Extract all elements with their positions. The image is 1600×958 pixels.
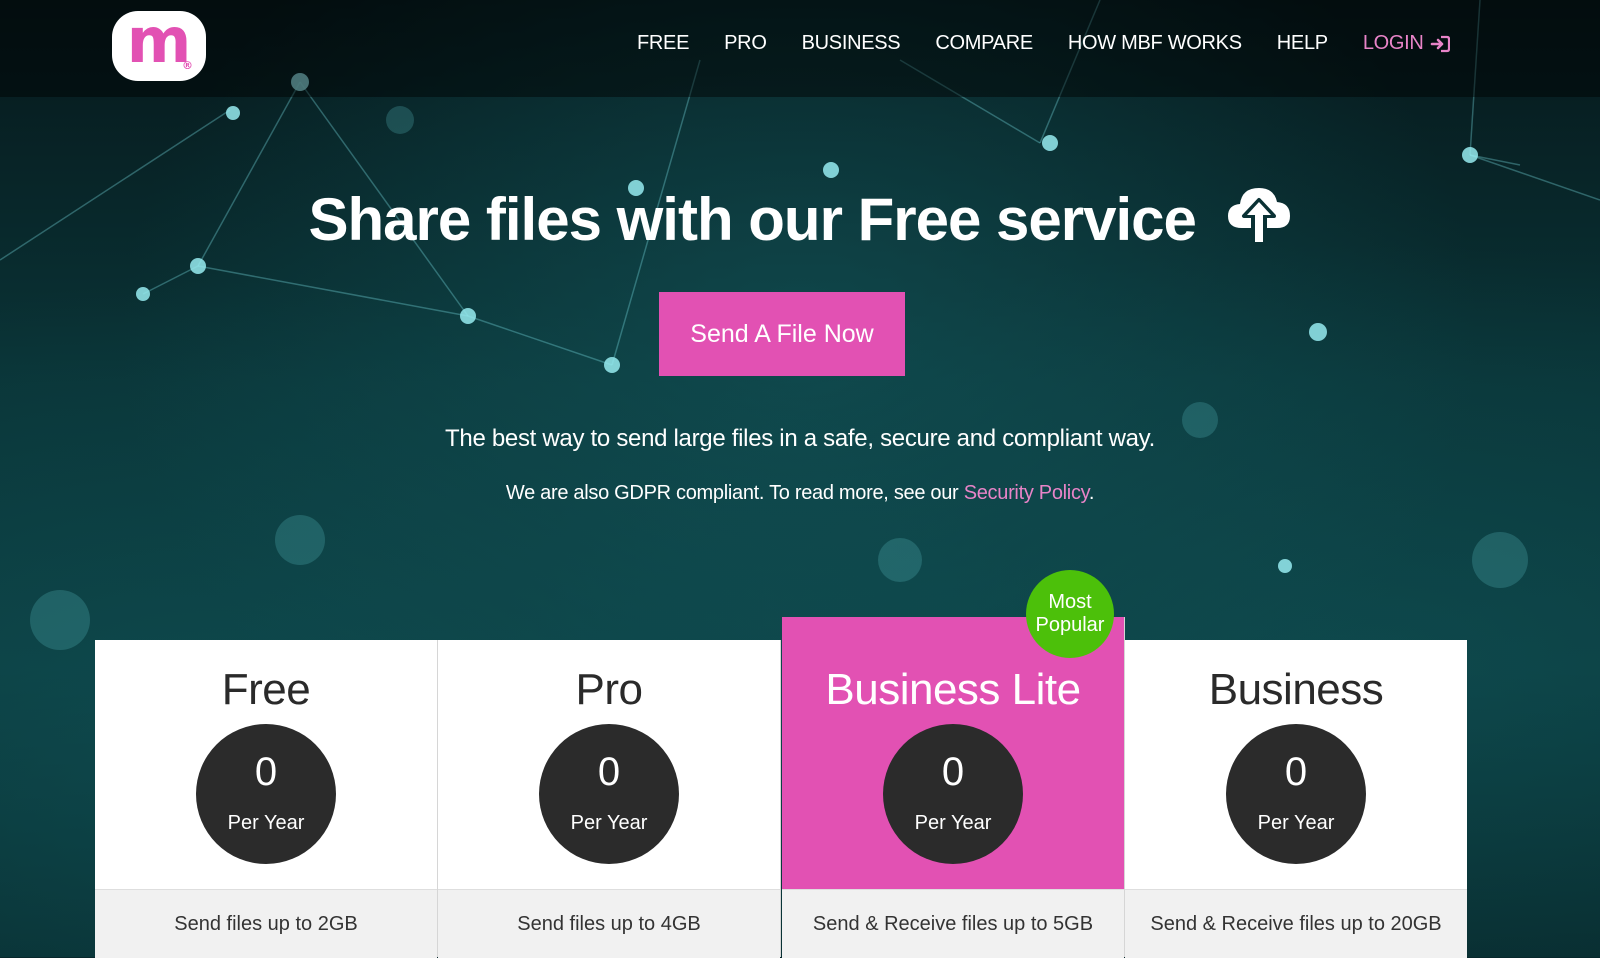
plan-name: Business Lite bbox=[825, 665, 1081, 714]
price-circle: 0 Per Year bbox=[196, 724, 336, 864]
nav-how-mbf-works[interactable]: HOW MBF WORKS bbox=[1068, 32, 1242, 55]
price-circle: 0 Per Year bbox=[883, 724, 1023, 864]
brand-logo[interactable]: m ® bbox=[112, 10, 206, 81]
sign-in-icon bbox=[1430, 35, 1450, 52]
pricing-plans: Free 0 Per Year Send files up to 2GB Pro… bbox=[95, 617, 1469, 958]
main-nav: FREE PRO BUSINESS COMPARE HOW MBF WORKS … bbox=[637, 32, 1450, 55]
plan-card-business-lite[interactable]: Business Lite 0 Per Year Send & Receive … bbox=[782, 617, 1125, 958]
badge-line-2: Popular bbox=[1035, 614, 1105, 636]
plan-card-business[interactable]: Business 0 Per Year Send & Receive files… bbox=[1125, 640, 1467, 958]
plan-name: Free bbox=[221, 665, 311, 714]
nav-free[interactable]: FREE bbox=[637, 32, 689, 55]
nav-help[interactable]: HELP bbox=[1277, 32, 1328, 55]
most-popular-badge: Most Popular bbox=[1026, 570, 1114, 658]
hero-tagline: The best way to send large files in a sa… bbox=[445, 425, 1155, 452]
plan-name: Business bbox=[1208, 665, 1384, 714]
nav-business[interactable]: BUSINESS bbox=[802, 32, 901, 55]
plan-feature: Send files up to 2GB bbox=[95, 889, 437, 958]
nav-compare[interactable]: COMPARE bbox=[935, 32, 1033, 55]
security-policy-link[interactable]: Security Policy bbox=[964, 482, 1089, 504]
badge-line-1: Most bbox=[1048, 591, 1092, 613]
plan-card-pro[interactable]: Pro 0 Per Year Send files up to 4GB bbox=[438, 640, 781, 958]
gdpr-notice: We are also GDPR compliant. To read more… bbox=[0, 482, 1600, 505]
plan-feature: Send & Receive files up to 20GB bbox=[1125, 889, 1467, 958]
plan-period: Per Year bbox=[227, 812, 305, 834]
plan-period: Per Year bbox=[914, 812, 992, 834]
hero-heading: Share files with our Free service bbox=[0, 185, 1600, 254]
plan-name: Pro bbox=[575, 665, 643, 714]
hero-title-text: Share files with our Free service bbox=[308, 186, 1196, 253]
plan-feature: Send files up to 4GB bbox=[438, 889, 780, 958]
nav-login[interactable]: LOGIN bbox=[1363, 32, 1450, 55]
price-circle: 0 Per Year bbox=[1226, 724, 1366, 864]
plan-price: 0 bbox=[941, 750, 965, 794]
gdpr-end: . bbox=[1088, 482, 1095, 504]
plan-feature: Send & Receive files up to 5GB bbox=[782, 889, 1124, 958]
cloud-upload-icon bbox=[1227, 188, 1290, 247]
login-label: LOGIN bbox=[1362, 32, 1424, 54]
plan-price: 0 bbox=[597, 750, 621, 794]
plan-price: 0 bbox=[1284, 750, 1308, 794]
nav-pro[interactable]: PRO bbox=[724, 32, 767, 55]
plan-card-free[interactable]: Free 0 Per Year Send files up to 2GB bbox=[95, 640, 438, 958]
gdpr-text: We are also GDPR compliant. To read more… bbox=[505, 482, 964, 504]
plan-price: 0 bbox=[254, 750, 278, 794]
price-circle: 0 Per Year bbox=[539, 724, 679, 864]
logo-registered-mark: ® bbox=[182, 59, 193, 72]
plan-period: Per Year bbox=[570, 812, 648, 834]
plan-period: Per Year bbox=[1257, 812, 1335, 834]
send-file-button[interactable]: Send A File Now bbox=[659, 292, 905, 376]
